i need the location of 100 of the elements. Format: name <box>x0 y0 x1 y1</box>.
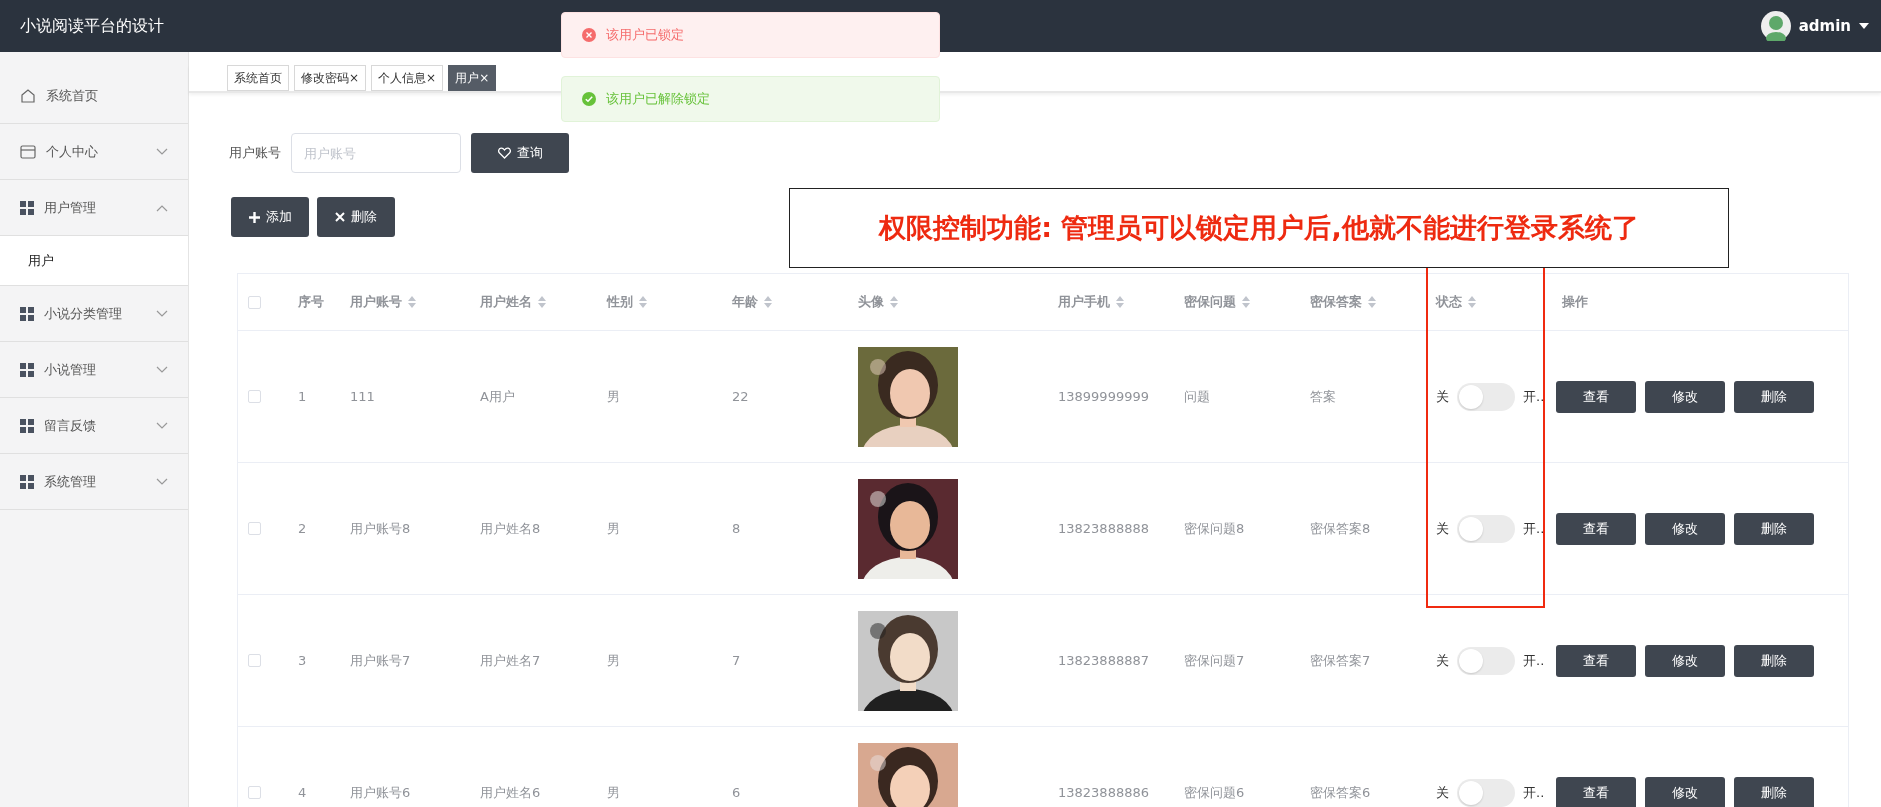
sort-icon[interactable] <box>890 296 898 308</box>
table-cell-text: 用户账号7 <box>349 651 412 670</box>
table-cell-text: 13823888888 <box>1057 521 1150 536</box>
close-icon <box>335 212 345 222</box>
tab[interactable]: 个人信息× <box>371 65 444 91</box>
annotation-text: 权限控制功能: 管理员可以锁定用户后,他就不能进行登录系统了 <box>789 188 1729 268</box>
table-cell-text: 男 <box>606 519 621 538</box>
sort-icon[interactable] <box>1368 296 1376 308</box>
app-title: 小说阅读平台的设计 <box>20 15 164 37</box>
table-cell-text: 4 <box>297 785 308 800</box>
user-name[interactable]: admin <box>1798 17 1851 35</box>
status-switch[interactable] <box>1457 646 1515 675</box>
column-header: 头像 <box>848 293 1048 311</box>
grid-icon <box>20 362 34 377</box>
table-cell-text: 8 <box>731 521 742 536</box>
checkbox[interactable] <box>248 654 261 667</box>
row-action-button[interactable]: 修改 <box>1645 776 1725 807</box>
row-action-button[interactable]: 查看 <box>1556 776 1636 807</box>
chevron-icon <box>156 147 168 156</box>
row-action-button[interactable]: 删除 <box>1734 644 1814 677</box>
row-action-button[interactable]: 删除 <box>1734 776 1814 807</box>
heart-icon <box>497 147 511 159</box>
caret-icon[interactable] <box>1859 23 1869 29</box>
delete-button[interactable]: 删除 <box>317 197 395 237</box>
row-action-button[interactable]: 查看 <box>1556 644 1636 677</box>
chevron-icon <box>156 365 168 374</box>
checkbox[interactable] <box>248 522 261 535</box>
switch-label: 关 <box>1436 651 1449 670</box>
table-cell-text: 22 <box>731 389 750 404</box>
grid-icon <box>20 418 34 433</box>
error-icon <box>582 28 596 42</box>
table-cell-text: 问题 <box>1183 387 1211 406</box>
table-cell-text: 1 <box>297 389 308 404</box>
status-switch[interactable] <box>1457 778 1515 807</box>
sidebar-item[interactable]: 小说分类管理 <box>0 286 188 342</box>
column-header: 用户账号 <box>340 293 470 311</box>
tab[interactable]: 系统首页 <box>227 65 289 91</box>
sort-icon[interactable] <box>639 296 647 308</box>
table-cell-text: 答案 <box>1309 387 1337 406</box>
table-cell-text: 密保答案8 <box>1309 519 1372 538</box>
toast-message: 该用户已解除锁定 <box>561 76 940 122</box>
row-action-button[interactable]: 删除 <box>1734 380 1814 413</box>
chevron-icon <box>156 203 168 212</box>
switch-label: 开.. <box>1523 783 1545 802</box>
field-label: 用户账号 <box>229 144 281 162</box>
sort-icon[interactable] <box>1468 296 1476 308</box>
search-field[interactable]: 用户账号 <box>291 133 461 173</box>
table-cell-text: 6 <box>731 785 742 800</box>
row-action-button[interactable]: 修改 <box>1645 512 1725 545</box>
add-button[interactable]: 添加 <box>231 197 309 237</box>
row-action-button[interactable]: 修改 <box>1645 644 1725 677</box>
sidebar-item[interactable]: 系统首页 <box>0 68 188 124</box>
table-cell-text: 密保答案7 <box>1309 651 1372 670</box>
column-header: 用户手机 <box>1048 293 1174 311</box>
tab[interactable]: 用户× <box>448 65 497 91</box>
sidebar-item[interactable]: 小说管理 <box>0 342 188 398</box>
row-action-button[interactable]: 查看 <box>1556 380 1636 413</box>
sidebar-item[interactable]: 系统管理 <box>0 454 188 510</box>
table-cell-text: 男 <box>606 783 621 802</box>
column-header: 序号 <box>297 293 325 311</box>
chevron-icon <box>156 309 168 318</box>
sidebar-subitem[interactable]: 用户 <box>0 236 188 286</box>
checkbox[interactable] <box>248 295 261 309</box>
sort-icon[interactable] <box>538 296 546 308</box>
sidebar-item[interactable]: 留言反馈 <box>0 398 188 454</box>
switch-label: 关 <box>1436 783 1449 802</box>
sort-icon[interactable] <box>764 296 772 308</box>
sort-icon[interactable] <box>1116 296 1124 308</box>
chevron-icon <box>156 421 168 430</box>
status-switch[interactable] <box>1457 514 1515 543</box>
table-cell-text: 13823888887 <box>1057 653 1150 668</box>
table-cell-text: 3 <box>297 653 308 668</box>
table-cell-text: 13899999999 <box>1057 389 1150 404</box>
status-switch[interactable] <box>1457 382 1515 411</box>
sidebar-item[interactable]: 个人中心 <box>0 124 188 180</box>
table-cell-text: 男 <box>606 387 621 406</box>
table-cell-text: 2 <box>297 521 308 536</box>
checkbox[interactable] <box>248 786 261 799</box>
checkbox[interactable] <box>248 390 261 403</box>
column-header: 操作 <box>1561 293 1589 311</box>
switch-label: 关 <box>1436 387 1449 406</box>
table-cell-text: 13823888886 <box>1057 785 1150 800</box>
plus-icon <box>248 211 260 223</box>
search-button[interactable]: 查询 <box>471 133 569 173</box>
column-header: 状态 <box>1426 293 1552 311</box>
table-cell-text: 7 <box>731 653 742 668</box>
sort-icon[interactable] <box>1242 296 1250 308</box>
table-cell-text: 用户姓名7 <box>479 651 542 670</box>
row-action-button[interactable]: 修改 <box>1645 380 1725 413</box>
sort-icon[interactable] <box>408 296 416 308</box>
tab[interactable]: 修改密码× <box>294 65 367 91</box>
table-cell-text: 密保问题8 <box>1183 519 1246 538</box>
row-action-button[interactable]: 查看 <box>1556 512 1636 545</box>
row-action-button[interactable]: 删除 <box>1734 512 1814 545</box>
switch-label: 开.. <box>1523 519 1545 538</box>
table-cell-text: 密保问题7 <box>1183 651 1246 670</box>
column-header: 密保答案 <box>1300 293 1426 311</box>
switch-label: 关 <box>1436 519 1449 538</box>
avatar-icon[interactable] <box>1760 11 1791 41</box>
grid-icon <box>20 306 34 321</box>
